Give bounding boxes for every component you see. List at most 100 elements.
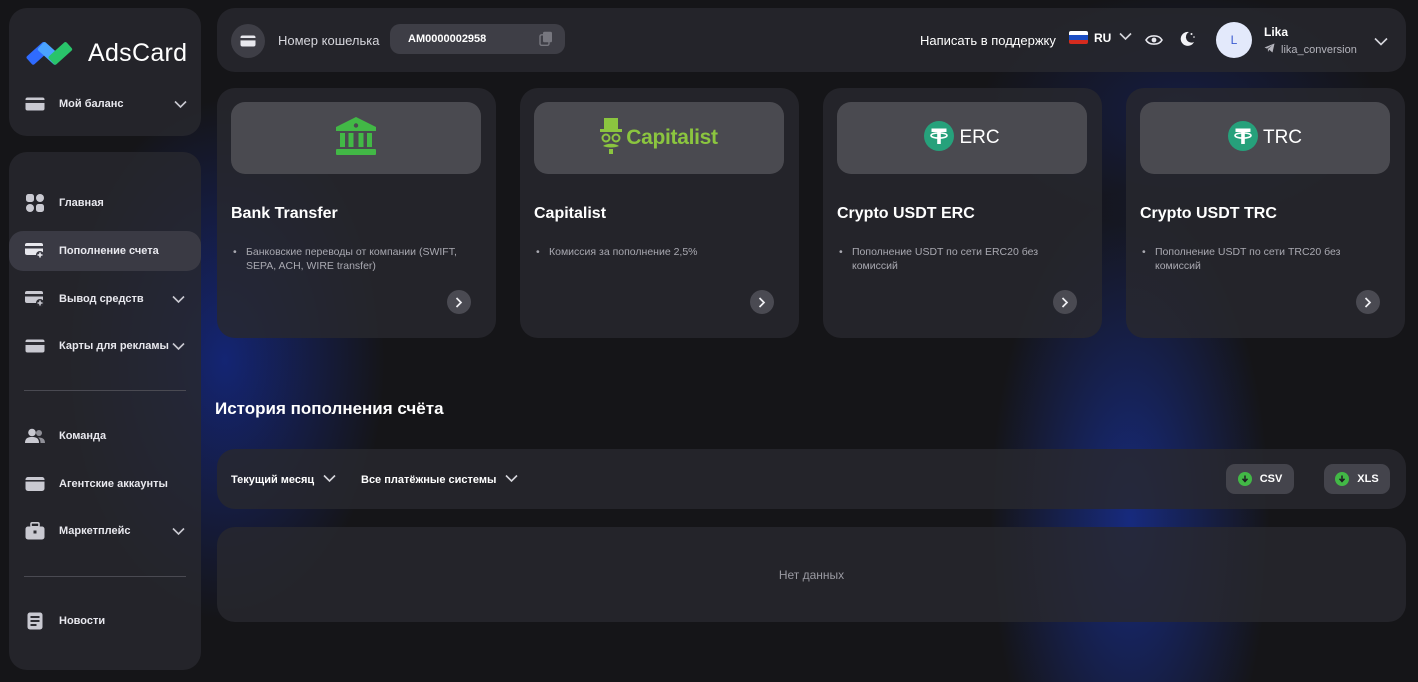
my-balance-toggle[interactable]: Мой баланс: [25, 93, 187, 115]
period-filter-dropdown[interactable]: Текущий месяц: [231, 472, 336, 487]
user-handle-row: lika_conversion: [1264, 43, 1357, 56]
history-filters: Текущий месяц Все платёжные системы CSV …: [217, 449, 1406, 509]
export-xls-label: XLS: [1357, 473, 1379, 485]
my-balance-label: Мой баланс: [59, 98, 124, 110]
bank-icon: [335, 116, 377, 160]
sidebar-item-label: Главная: [59, 197, 104, 209]
chevron-down-icon: [172, 293, 185, 308]
sidebar-item-team[interactable]: Команда: [9, 416, 201, 456]
tether-icon: [1227, 120, 1258, 156]
chevron-down-icon: [172, 340, 185, 355]
payment-card-usdt-erc[interactable]: ERC Crypto USDT ERC Пополнение USDT по с…: [823, 88, 1102, 338]
avatar[interactable]: L: [1216, 22, 1252, 58]
language-selector[interactable]: RU: [1069, 30, 1132, 45]
news-icon: [25, 611, 45, 631]
card-minus-icon: [25, 289, 45, 309]
payment-system-filter-label: Все платёжные системы: [361, 473, 497, 486]
chevron-right-icon[interactable]: [750, 290, 774, 314]
history-table: Нет данных: [217, 527, 1406, 622]
chevron-down-icon: [323, 472, 336, 487]
wallet-label: Номер кошелька: [278, 33, 380, 48]
wallet-card-icon: [231, 24, 265, 58]
card-plus-icon: [25, 241, 45, 261]
card-description: Комиссия за пополнение 2,5%: [534, 245, 774, 259]
card-title: Capitalist: [534, 205, 607, 222]
sidebar-item-label: Карты для рекламы: [59, 340, 169, 352]
wallet-number-field[interactable]: AM0000002958: [390, 24, 565, 54]
sidebar-item-home[interactable]: Главная: [9, 183, 201, 223]
card-logo: Capitalist: [534, 102, 784, 174]
card-logo: ERC: [837, 102, 1087, 174]
card-icon: [25, 336, 45, 356]
wallet-icon: [25, 474, 45, 494]
user-handle: lika_conversion: [1281, 43, 1357, 56]
card-icon: [25, 94, 45, 114]
grid-icon: [25, 193, 45, 213]
chevron-down-icon: [505, 472, 518, 487]
chevron-right-icon[interactable]: [1053, 290, 1077, 314]
user-name: Lika: [1264, 25, 1289, 39]
chevron-right-icon[interactable]: [1356, 290, 1380, 314]
card-title: Crypto USDT ERC: [837, 205, 975, 222]
payment-system-filter-dropdown[interactable]: Все платёжные системы: [361, 472, 518, 487]
card-logo: [231, 102, 481, 174]
card-description: Пополнение USDT по сети ERC20 без комисс…: [837, 245, 1077, 273]
card-title: Bank Transfer: [231, 205, 338, 222]
team-icon: [25, 426, 45, 446]
card-title: Crypto USDT TRC: [1140, 205, 1277, 222]
card-logo-text: TRC: [1262, 127, 1303, 148]
sidebar-item-marketplace[interactable]: Маркетплейс: [9, 511, 201, 551]
download-icon: [1237, 472, 1252, 486]
sidebar-item-agency-accounts[interactable]: Агентские аккаунты: [9, 464, 201, 504]
empty-state-text: Нет данных: [778, 568, 845, 582]
russia-flag-icon: [1069, 31, 1088, 44]
chevron-down-icon: [172, 525, 185, 540]
card-logo: TRC: [1140, 102, 1390, 174]
brand-name: AdsCard: [88, 38, 188, 67]
sidebar-item-news[interactable]: Новости: [9, 601, 201, 641]
payment-card-capitalist[interactable]: Capitalist Capitalist Комиссия за пополн…: [520, 88, 799, 338]
sidebar-item-label: Агентские аккаунты: [59, 478, 168, 490]
card-logo-text: ERC: [959, 127, 1000, 148]
wallet-number: AM0000002958: [408, 33, 487, 45]
logo-panel: AdsCard Мой баланс: [9, 8, 201, 136]
payment-card-usdt-trc[interactable]: TRC Crypto USDT TRC Пополнение USDT по с…: [1126, 88, 1405, 338]
sidebar-item-top-up[interactable]: Пополнение счета: [9, 231, 201, 271]
top-bar: Номер кошелька AM0000002958 Написать в п…: [217, 8, 1406, 72]
export-csv-label: CSV: [1259, 473, 1283, 485]
card-description: Банковские переводы от компании (SWIFT, …: [231, 245, 471, 273]
tether-icon: [924, 120, 955, 156]
payment-card-bank-transfer[interactable]: Bank Transfer Банковские переводы от ком…: [217, 88, 496, 338]
sidebar-item-ad-cards[interactable]: Карты для рекламы: [9, 326, 201, 366]
copy-icon[interactable]: [539, 31, 553, 51]
card-description: Пополнение USDT по сети TRC20 без комисс…: [1140, 245, 1380, 273]
capitalist-logo-text: Capitalist: [626, 126, 718, 149]
chevron-right-icon[interactable]: [447, 290, 471, 314]
sidebar-item-withdraw[interactable]: Вывод средств: [9, 279, 201, 319]
period-filter-label: Текущий месяц: [231, 473, 315, 486]
language-code: RU: [1094, 30, 1112, 45]
sidebar-item-label: Команда: [59, 430, 107, 442]
sidebar-item-label: Пополнение счета: [59, 245, 159, 257]
export-csv-button[interactable]: CSV: [1226, 464, 1294, 494]
sidebar-item-label: Маркетплейс: [59, 525, 131, 537]
telegram-icon: [1264, 43, 1275, 56]
capitalist-mascot-icon: [600, 117, 623, 159]
eye-icon[interactable]: [1145, 33, 1163, 52]
sidebar-item-label: Новости: [59, 615, 106, 627]
sidebar-divider: [24, 576, 186, 577]
brand-logo[interactable]: AdsCard: [24, 36, 187, 70]
chevron-down-icon: [1119, 30, 1132, 45]
chevron-down-icon: [174, 98, 187, 113]
user-menu-chevron-icon[interactable]: [1374, 34, 1388, 52]
sidebar-divider: [24, 390, 186, 391]
sidebar-item-label: Вывод средств: [59, 293, 144, 305]
history-title: История пополнения счёта: [215, 399, 444, 418]
adscard-logo-icon: [24, 36, 76, 70]
download-icon: [1335, 472, 1350, 486]
sidebar-nav: Главная Пополнение счета Вывод средств К…: [9, 152, 201, 670]
support-link[interactable]: Написать в поддержку: [920, 33, 1056, 48]
dark-mode-moon-icon[interactable]: [1178, 30, 1196, 53]
export-xls-button[interactable]: XLS: [1324, 464, 1390, 494]
briefcase-icon: [25, 521, 45, 541]
